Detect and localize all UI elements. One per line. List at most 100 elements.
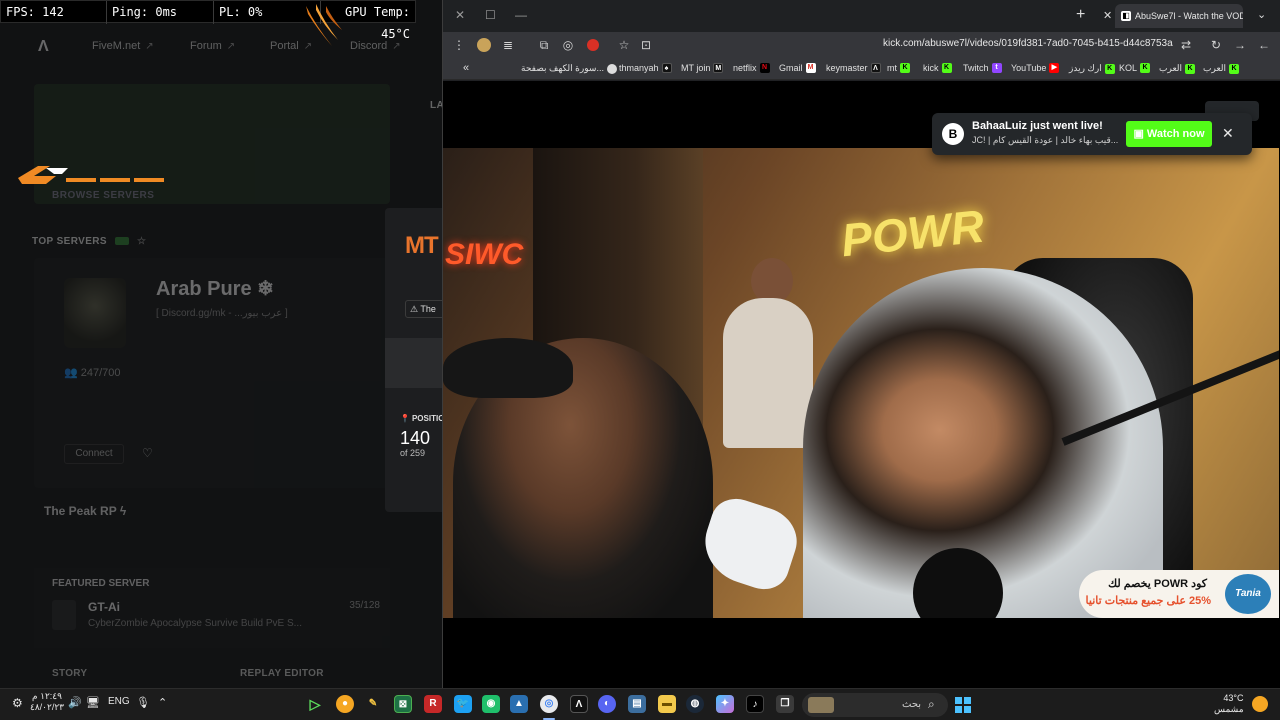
- bookmark-item[interactable]: ارك ريدز K: [1069, 63, 1115, 74]
- play-app-icon[interactable]: ▷: [306, 695, 324, 713]
- keymaster-icon: Λ: [870, 63, 881, 73]
- kick-icon: K: [1104, 63, 1115, 74]
- close-icon[interactable]: ✕: [1222, 125, 1234, 142]
- fivem-logo-icon[interactable]: Λ: [38, 39, 54, 55]
- fivem-icon[interactable]: Λ: [570, 695, 588, 713]
- store-icon[interactable]: ▤: [628, 695, 646, 713]
- network-icon[interactable]: 🖥: [86, 696, 100, 709]
- discord-green-icon[interactable]: ◉: [482, 695, 500, 713]
- server-player-count-value: 247/700: [80, 367, 121, 379]
- twitch-icon: t: [991, 63, 1002, 73]
- kick-icon: K: [1229, 63, 1240, 74]
- tiktok-icon[interactable]: ♪: [746, 695, 764, 713]
- app-yellow-icon[interactable]: ●: [336, 695, 354, 713]
- story-button[interactable]: STORY: [52, 668, 87, 679]
- nav-link-fivem[interactable]: FiveM.net ↗: [92, 40, 154, 52]
- sponsor-line-2: 25% على جميع منتجات تانيا: [1085, 595, 1211, 607]
- tab-close-icon[interactable]: ✕: [1103, 9, 1112, 22]
- nav-link-forum[interactable]: Forum ↗: [190, 40, 235, 52]
- microphone-icon[interactable]: 🎙: [136, 696, 150, 709]
- copilot-icon[interactable]: ✦: [716, 695, 734, 713]
- file-explorer-icon[interactable]: ▬: [658, 695, 676, 713]
- bookmark-item[interactable]: Twitch t: [963, 63, 1002, 73]
- bookmark-item[interactable]: Gmail M: [779, 63, 816, 73]
- nav-link-forum-label: Forum: [190, 40, 222, 52]
- bookmark-item[interactable]: kick K: [923, 63, 952, 73]
- extension-red-icon[interactable]: [587, 39, 599, 51]
- replay-editor-button[interactable]: REPLAY EDITOR: [240, 668, 324, 679]
- bookmark-label: netflix: [733, 63, 757, 73]
- kick-icon: K: [1140, 63, 1151, 73]
- bookmark-item[interactable]: thmanyah ♠: [619, 63, 672, 73]
- close-window-icon[interactable]: ✕: [455, 8, 465, 22]
- windows-start-icon[interactable]: [955, 697, 971, 713]
- search-icon: ⌕: [928, 697, 935, 711]
- volume-icon[interactable]: 🔊: [68, 696, 82, 709]
- tab-kick-vod[interactable]: ◧ AbuSwe7l - Watch the VOD K: [1115, 4, 1243, 28]
- discord-icon[interactable]: ◐: [598, 695, 616, 713]
- bookmark-item[interactable]: KOL K: [1119, 63, 1151, 73]
- bookmark-item[interactable]: العرب K: [1159, 63, 1196, 74]
- extensions-icon[interactable]: ⧉: [537, 37, 551, 53]
- twitter-icon[interactable]: 🐦: [454, 695, 472, 713]
- minimize-window-icon[interactable]: —: [515, 8, 527, 22]
- taskbar-search[interactable]: بحث ⌕: [802, 693, 948, 717]
- weather-condition: مشمس: [1214, 704, 1244, 714]
- profile-avatar[interactable]: [477, 38, 491, 52]
- top-servers-label: TOP SERVERS: [32, 236, 107, 247]
- bookmark-item[interactable]: mt K: [887, 63, 910, 73]
- tania-logo: Tania: [1225, 574, 1271, 614]
- featured-server-panel[interactable]: FEATURED SERVER GT-Ai CyberZombie Apocal…: [34, 568, 390, 648]
- more-bookmarks-icon[interactable]: «: [463, 62, 469, 74]
- address-bar[interactable]: kick.com/abuswe7l/videos/019fd381-7ad0-7…: [883, 38, 1173, 49]
- rockstar-icon[interactable]: R: [424, 695, 442, 713]
- clock-time: ١٢:٤٩ م: [32, 691, 62, 701]
- bookmark-item[interactable]: MT join M: [681, 63, 724, 73]
- window-switcher-icon[interactable]: ❐: [776, 695, 794, 713]
- featured-server-description: CyberZombie Apocalypse Survive Build PvE…: [88, 618, 302, 629]
- server-card[interactable]: Arab Pure ❄ [ Discord.gg/mk - ...عرب بيو…: [34, 258, 390, 488]
- notification-bell-icon[interactable]: ⚙: [12, 696, 23, 710]
- bookmark-star-icon[interactable]: ☆: [617, 37, 631, 53]
- site-settings-icon[interactable]: ⇄: [1179, 37, 1193, 53]
- browse-servers-link[interactable]: BROWSE SERVERS: [52, 190, 154, 201]
- connect-button[interactable]: Connect: [64, 444, 124, 464]
- tray-expand-icon[interactable]: ⌃: [158, 696, 167, 709]
- server-peak-rp[interactable]: The Peak RP ϟ: [44, 504, 126, 518]
- forward-icon[interactable]: →: [1233, 37, 1247, 53]
- weather-widget[interactable]: 43°C مشمس: [1214, 693, 1244, 715]
- playlist-icon[interactable]: ≣: [501, 37, 515, 53]
- video-scene-hat: [443, 338, 573, 398]
- clock[interactable]: ١٢:٤٩ م ٤٨/٠٢/٢٣: [30, 691, 64, 713]
- favorite-heart-icon[interactable]: ♡: [142, 446, 153, 460]
- menu-dots-icon[interactable]: ⋮: [452, 37, 466, 53]
- sponsor-overlay: كود POWR يخصم لك 25% على جميع منتجات تان…: [1079, 570, 1279, 618]
- watch-now-button[interactable]: ▣ Watch now: [1126, 121, 1212, 147]
- bookmark-item[interactable]: YouTube ▶: [1011, 63, 1060, 73]
- bookmark-label: MT join: [681, 63, 711, 73]
- steam-icon[interactable]: ◍: [686, 695, 704, 713]
- excel-icon[interactable]: ⊠: [394, 695, 412, 713]
- bookmark-item[interactable]: سورة الكهف بصفحة...: [521, 63, 617, 74]
- language-indicator[interactable]: ENG: [108, 696, 130, 707]
- maximize-window-icon[interactable]: ☐: [485, 8, 496, 22]
- bookmark-item[interactable]: keymaster Λ: [826, 63, 881, 73]
- tab-search-chevron-icon[interactable]: ⌄: [1257, 8, 1266, 21]
- bookmark-label: thmanyah: [619, 63, 659, 73]
- fps-readout: FPS: 142: [1, 1, 107, 24]
- translate-icon[interactable]: ⊡: [639, 37, 653, 53]
- back-icon[interactable]: ←: [1257, 37, 1271, 53]
- tab-favicon-icon: ◧: [1121, 11, 1131, 21]
- new-tab-icon[interactable]: +: [1076, 6, 1085, 24]
- bookmark-item[interactable]: netflix N: [733, 63, 770, 73]
- live-notification[interactable]: B BahaaLuiz just went live! ...قيب بهاء …: [932, 113, 1252, 155]
- video-player[interactable]: SIWC POWR كود POWR يخصم لك 25% على جميع …: [443, 148, 1279, 618]
- photos-icon[interactable]: ▲: [510, 695, 528, 713]
- incognito-icon[interactable]: ◎: [561, 37, 575, 53]
- chrome-icon[interactable]: ◎: [540, 695, 558, 713]
- pen-app-icon[interactable]: ✎: [364, 695, 382, 713]
- reload-icon[interactable]: ↻: [1209, 37, 1223, 53]
- bookmark-item[interactable]: العرب K: [1203, 63, 1240, 74]
- nav-link-fivem-label: FiveM.net: [92, 40, 141, 52]
- youtube-icon: ▶: [1049, 63, 1060, 73]
